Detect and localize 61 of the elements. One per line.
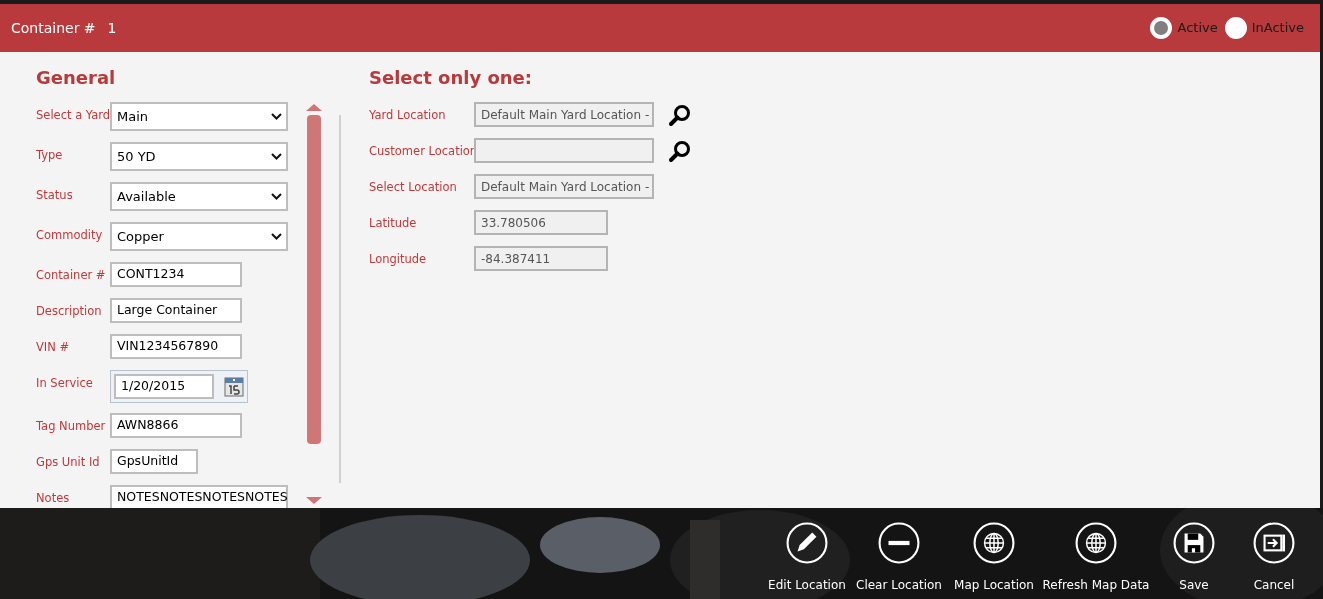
radio-button[interactable] — [1150, 17, 1173, 39]
text-field[interactable]: Large Container — [110, 298, 242, 323]
field-label: Select a Yard — [36, 107, 110, 122]
field-label: Latitude — [369, 215, 418, 230]
action-button[interactable]: Refresh Map Data — [1043, 522, 1149, 592]
field-label: In Service — [36, 375, 94, 390]
search-icon[interactable] — [668, 103, 692, 127]
minus-icon — [878, 522, 920, 564]
text-field[interactable] — [474, 138, 654, 163]
text-field[interactable]: -84.387411 — [474, 246, 608, 271]
calendar-icon[interactable] — [224, 376, 244, 397]
text-field[interactable]: NOTESNOTESNOTESNOTES — [110, 485, 288, 508]
action-button[interactable]: Clear Location — [853, 522, 945, 592]
dropdown[interactable]: Copper — [110, 222, 288, 251]
field-label: VIN # — [36, 339, 71, 354]
chevron-down-icon — [271, 153, 282, 160]
globe-icon — [1075, 522, 1117, 564]
field-label: Notes — [36, 490, 71, 505]
field-label: Tag Number — [36, 418, 107, 433]
chevron-down-icon — [271, 193, 282, 200]
text-field[interactable]: Default Main Yard Location - — [474, 174, 654, 199]
field-label: Commodity — [36, 227, 104, 242]
field-label: Gps Unit Id — [36, 454, 101, 469]
field-label: Type — [36, 147, 64, 162]
action-button[interactable]: Map Location — [945, 522, 1043, 592]
action-button[interactable]: Cancel — [1239, 522, 1309, 592]
action-button[interactable]: Edit Location — [761, 522, 853, 592]
scroll-down-arrow — [306, 497, 322, 504]
text-field[interactable]: 33.780506 — [474, 210, 608, 235]
chevron-down-icon — [271, 233, 282, 240]
dropdown[interactable]: Available — [110, 182, 288, 211]
floppy-disk-icon — [1173, 522, 1215, 564]
text-field[interactable]: AWN8866 — [110, 413, 242, 438]
text-field[interactable]: CONT1234 — [110, 262, 242, 287]
container-number: 1 — [107, 18, 117, 38]
pencil-icon — [786, 522, 828, 564]
chevron-down-icon — [271, 113, 282, 120]
field-label: Select Location — [369, 179, 458, 194]
exit-icon — [1253, 522, 1295, 564]
field-label: Longitude — [369, 251, 428, 266]
section-heading: Select only one: — [369, 66, 534, 90]
window-title: Container # — [11, 18, 96, 38]
radio-label: Active — [1177, 19, 1218, 38]
date-field[interactable]: 1/20/2015 — [114, 374, 214, 399]
action-button[interactable]: Save — [1149, 522, 1239, 592]
dropdown[interactable]: 50 YD — [110, 142, 288, 171]
field-label: Description — [36, 303, 103, 318]
field-label: Status — [36, 187, 74, 202]
scrollbar-thumb[interactable] — [307, 115, 321, 444]
search-icon[interactable] — [668, 139, 692, 163]
field-label: Container # — [36, 267, 107, 282]
text-field[interactable]: Default Main Yard Location - — [474, 102, 654, 127]
section-heading: General — [36, 66, 117, 90]
field-label: Yard Location — [369, 107, 447, 122]
globe-icon — [973, 522, 1015, 564]
date-picker[interactable]: 1/20/2015 — [110, 370, 248, 403]
text-field[interactable]: VIN1234567890 — [110, 334, 242, 359]
dropdown[interactable]: Main — [110, 102, 288, 131]
radio-label: InActive — [1251, 19, 1304, 38]
radio-button[interactable] — [1224, 17, 1247, 39]
text-field[interactable]: GpsUnitId — [110, 449, 198, 474]
